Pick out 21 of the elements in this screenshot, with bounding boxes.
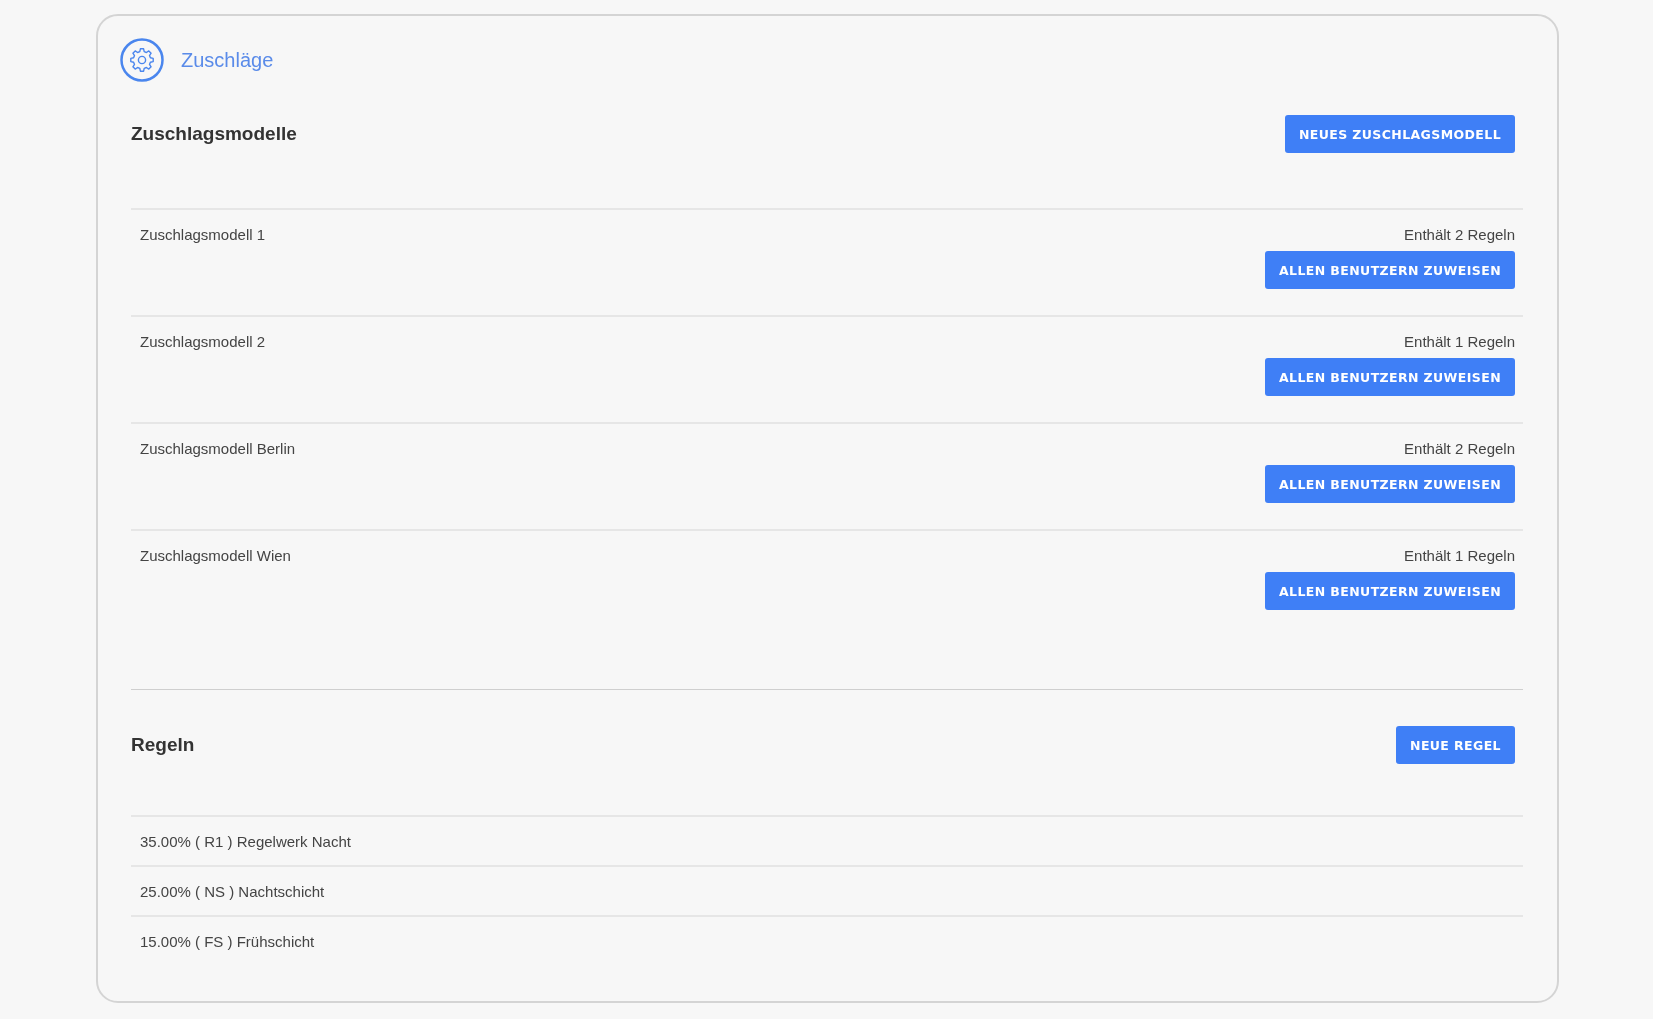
assign-all-users-button[interactable]: ALLEN BENUTZERN ZUWEISEN xyxy=(1265,251,1515,289)
model-name: Zuschlagsmodell Wien xyxy=(140,546,291,566)
rule-item[interactable]: 25.00% ( NS ) Nachtschicht xyxy=(140,882,325,902)
section-title: Regeln xyxy=(131,734,195,756)
rule-count-text: Enthält 2 Regeln xyxy=(1404,439,1515,459)
page-title: Zuschläge xyxy=(181,48,274,72)
rule-count-text: Enthält 1 Regeln xyxy=(1404,546,1515,566)
section-title: Zuschlagsmodelle xyxy=(131,123,297,145)
assign-all-users-button[interactable]: ALLEN BENUTZERN ZUWEISEN xyxy=(1265,465,1515,503)
gear-icon xyxy=(120,38,164,82)
rule-item[interactable]: 35.00% ( R1 ) Regelwerk Nacht xyxy=(140,832,351,852)
assign-all-users-button[interactable]: ALLEN BENUTZERN ZUWEISEN xyxy=(1265,572,1515,610)
assign-all-users-button[interactable]: ALLEN BENUTZERN ZUWEISEN xyxy=(1265,358,1515,396)
new-rule-button[interactable]: NEUE REGEL xyxy=(1396,726,1515,764)
model-name: Zuschlagsmodell 2 xyxy=(140,332,266,352)
model-name: Zuschlagsmodell 1 xyxy=(140,225,266,245)
new-model-button[interactable]: NEUES ZUSCHLAGSMODELL xyxy=(1284,115,1515,153)
rule-item[interactable]: 15.00% ( FS ) Frühschicht xyxy=(140,932,315,952)
rule-count-text: Enthält 1 Regeln xyxy=(1404,332,1515,352)
model-name: Zuschlagsmodell Berlin xyxy=(140,439,296,459)
rule-count-text: Enthält 2 Regeln xyxy=(1404,225,1515,245)
